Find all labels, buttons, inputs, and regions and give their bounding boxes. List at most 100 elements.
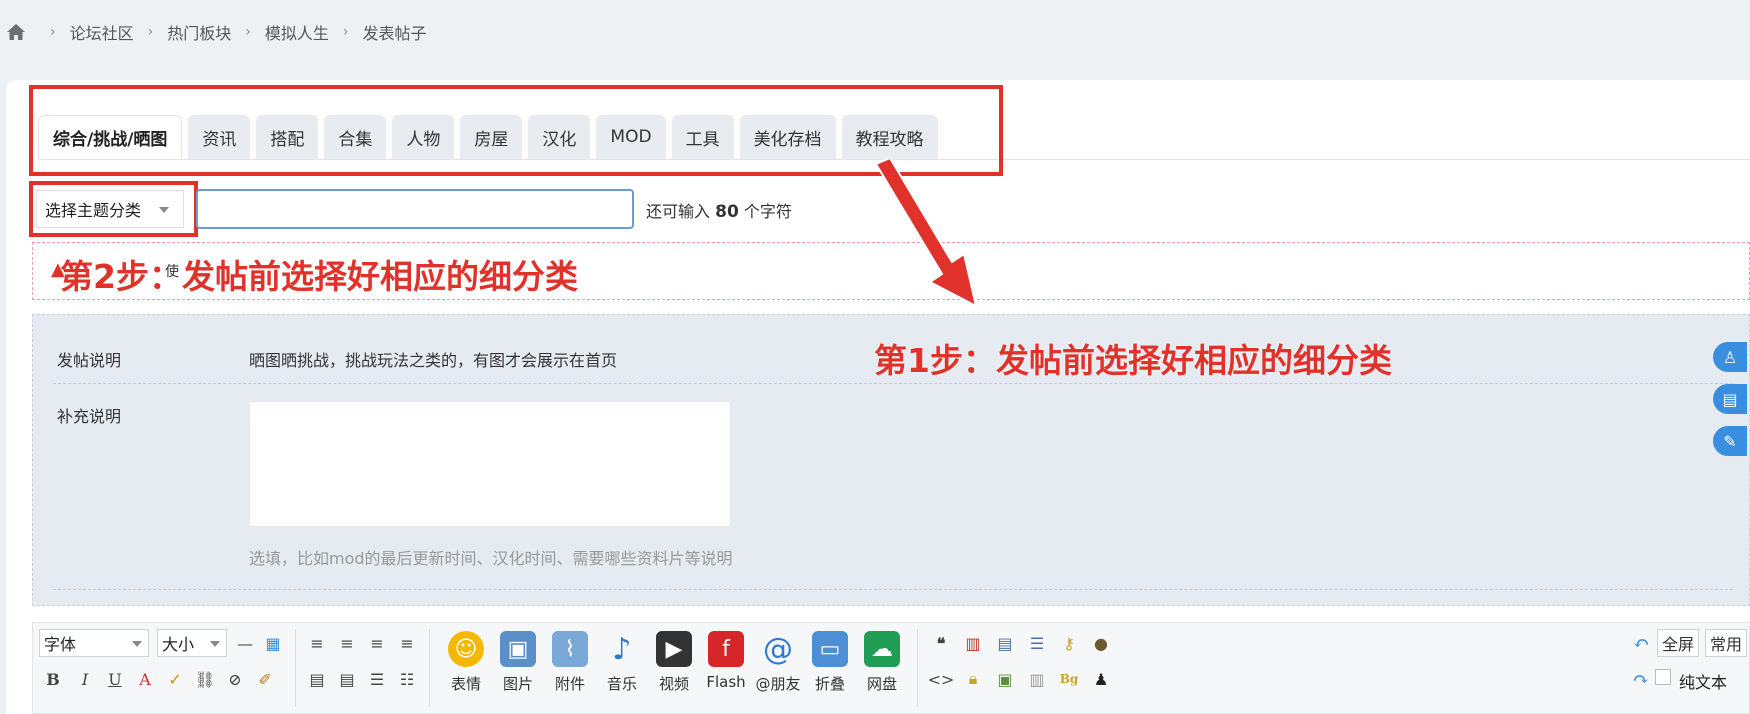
breadcrumb-sims[interactable]: 模拟人生 bbox=[265, 20, 329, 44]
post-note-text: 晒图晒挑战，挑战玩法之类的，有图才会展示在首页 bbox=[249, 351, 618, 370]
mention-button-label: @朋友 bbox=[755, 675, 801, 693]
link-icon[interactable]: ⛓ bbox=[193, 667, 217, 691]
undo-icon[interactable]: ↶ bbox=[1629, 631, 1653, 655]
row-divider bbox=[53, 589, 1733, 590]
image-button-label: 图片 bbox=[502, 675, 533, 693]
collapse-button[interactable]: ▭ 折叠 bbox=[805, 631, 855, 694]
table-icon[interactable]: ▦ bbox=[261, 631, 285, 655]
unlink-icon[interactable]: ⊘ bbox=[223, 667, 247, 691]
row-divider bbox=[53, 383, 1733, 384]
float-right-icon[interactable]: ▤ bbox=[335, 667, 359, 691]
flash-button[interactable]: f Flash bbox=[701, 631, 751, 691]
gallery-icon[interactable]: ▣ bbox=[993, 667, 1017, 691]
page-icon[interactable]: ▤ bbox=[993, 631, 1017, 655]
music-note-icon: ♪ bbox=[612, 631, 632, 667]
bullet-list-icon[interactable]: ☷ bbox=[395, 667, 419, 691]
index-icon[interactable]: ☰ bbox=[1025, 631, 1049, 655]
tabs-highlight-box bbox=[29, 85, 1003, 176]
font-size-select-label: 大小 bbox=[162, 635, 195, 654]
step1-annotation: 第1步：发帖前选择好相应的细分类 bbox=[874, 341, 1392, 380]
topic-type-select[interactable]: 选择主题分类 bbox=[36, 190, 184, 228]
plain-text-checkbox[interactable] bbox=[1655, 669, 1671, 685]
arrow-annotation-icon bbox=[874, 158, 978, 308]
post-title-input[interactable] bbox=[196, 189, 634, 229]
font-size-select[interactable]: 大小 bbox=[157, 629, 227, 657]
horizontal-rule-icon[interactable]: — bbox=[233, 631, 257, 655]
emoji-button-label: 表情 bbox=[450, 675, 481, 693]
collapse-button-label: 折叠 bbox=[814, 675, 845, 693]
cloud-disk-button[interactable]: ☁ 网盘 bbox=[857, 631, 907, 694]
emoji-button[interactable]: ☺ 表情 bbox=[441, 631, 491, 694]
attachment-button-label: 附件 bbox=[554, 675, 585, 693]
quote-icon[interactable]: ❝ bbox=[929, 631, 953, 655]
post-note-label: 发帖说明 bbox=[57, 351, 122, 370]
topic-type-select-label: 选择主题分类 bbox=[45, 201, 142, 220]
breadcrumb-hot-boards[interactable]: 热门板块 bbox=[167, 20, 231, 44]
cloud-disk-button-label: 网盘 bbox=[866, 675, 897, 693]
char-count-hint: 还可输入 80 个字符 bbox=[646, 198, 792, 222]
cloud-disk-icon: ☁ bbox=[864, 631, 900, 667]
clear-format-icon[interactable]: ✐ bbox=[253, 667, 277, 691]
font-family-select-label: 字体 bbox=[44, 635, 77, 654]
breadcrumb-separator: › bbox=[50, 24, 56, 40]
align-left-icon[interactable]: ≡ bbox=[305, 631, 329, 655]
font-family-select[interactable]: 字体 bbox=[39, 629, 149, 657]
breadcrumb-separator: › bbox=[245, 24, 251, 40]
plain-text-label: 纯文本 bbox=[1679, 673, 1728, 692]
at-sign-icon: @ bbox=[763, 631, 793, 667]
char-count: 80 bbox=[715, 202, 739, 222]
editor-toolbar: 字体 大小 — ▦ B I U A ✓ ⛓ ⊘ ✐ ≡ ≡ ≡ ≡ ▤ ▤ ☰ … bbox=[32, 622, 1750, 714]
mention-button[interactable]: @ @朋友 bbox=[753, 631, 803, 694]
layout-icon[interactable]: ▥ bbox=[1025, 667, 1049, 691]
music-button-label: 音乐 bbox=[606, 675, 637, 693]
edit-icon[interactable]: ✎ bbox=[1713, 426, 1747, 456]
qq-icon[interactable]: ♟ bbox=[1089, 667, 1113, 691]
attachment-button[interactable]: ⌇ 附件 bbox=[545, 631, 595, 694]
chevron-down-icon bbox=[210, 641, 220, 647]
document-icon[interactable]: ▤ bbox=[1713, 384, 1747, 414]
breadcrumb-separator: › bbox=[342, 24, 349, 40]
breadcrumb-separator: › bbox=[147, 24, 154, 40]
common-button[interactable]: 常用 bbox=[1705, 629, 1747, 657]
paperclip-icon: ⌇ bbox=[552, 631, 588, 667]
chevron-down-icon bbox=[159, 207, 169, 213]
video-button-label: 视频 bbox=[658, 675, 689, 693]
fullscreen-button[interactable]: 全屏 bbox=[1657, 629, 1699, 657]
code-icon[interactable]: <> bbox=[928, 667, 955, 691]
bold-icon[interactable]: B bbox=[41, 667, 65, 691]
text-color-icon[interactable]: A bbox=[133, 667, 157, 691]
image-button[interactable]: ▣ 图片 bbox=[493, 631, 543, 694]
char-hint-prefix: 还可输入 bbox=[646, 202, 711, 221]
ordered-list-icon[interactable]: ☰ bbox=[365, 667, 389, 691]
float-left-icon[interactable]: ▤ bbox=[305, 667, 329, 691]
globe-icon[interactable]: ● bbox=[1089, 631, 1113, 655]
align-center-icon[interactable]: ≡ bbox=[335, 631, 359, 655]
align-right-icon[interactable]: ≡ bbox=[395, 631, 419, 655]
free-icon[interactable]: ▥ bbox=[961, 631, 985, 655]
toolbar-separator bbox=[429, 629, 430, 707]
user-icon[interactable]: ♙ bbox=[1713, 342, 1747, 372]
toolbar-separator bbox=[295, 629, 296, 707]
music-button[interactable]: ♪ 音乐 bbox=[597, 631, 647, 694]
extra-note-textarea[interactable] bbox=[249, 401, 731, 527]
breadcrumb-new-post: 发表帖子 bbox=[362, 24, 427, 43]
film-icon: ▶ bbox=[656, 631, 692, 667]
flash-icon: f bbox=[708, 631, 744, 667]
video-button[interactable]: ▶ 视频 bbox=[649, 631, 699, 694]
align-justify-icon[interactable]: ≡ bbox=[365, 631, 389, 655]
redo-icon[interactable]: ↷ bbox=[1629, 667, 1653, 691]
flash-button-label: Flash bbox=[706, 673, 746, 691]
extra-note-hint: 选填，比如mod的最后更新时间、汉化时间、需要哪些资料片等说明 bbox=[249, 549, 733, 568]
toolbar-separator bbox=[917, 629, 918, 707]
spellcheck-icon[interactable]: ✓ bbox=[163, 667, 187, 691]
breadcrumb-forum[interactable]: 论坛社区 bbox=[70, 20, 134, 44]
step2-annotation: 第2步：发帖前选择好相应的细分类 bbox=[60, 257, 578, 296]
underline-icon[interactable]: U bbox=[103, 667, 127, 691]
home-icon[interactable] bbox=[6, 22, 26, 42]
collapse-icon: ▭ bbox=[812, 631, 848, 667]
lock-icon[interactable]: 🔒︎ bbox=[961, 667, 985, 691]
italic-icon[interactable]: I bbox=[73, 667, 97, 691]
background-icon[interactable]: Bg bbox=[1057, 667, 1081, 691]
char-hint-suffix: 个字符 bbox=[743, 202, 792, 221]
key-icon[interactable]: ⚷ bbox=[1057, 631, 1081, 655]
